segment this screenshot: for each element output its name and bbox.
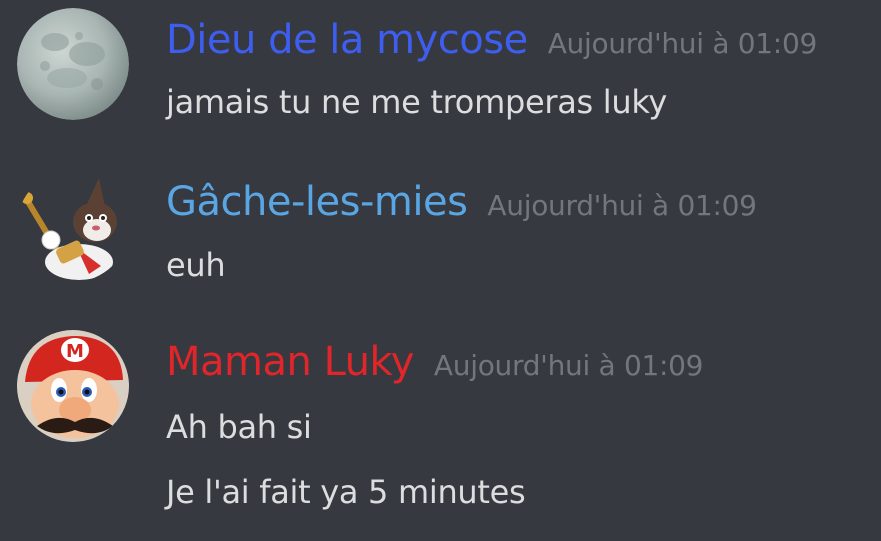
svg-text:M: M [66, 341, 84, 362]
moon-avatar[interactable] [17, 8, 129, 120]
timestamp: Aujourd'hui à 01:09 [433, 349, 704, 382]
chat-messages: Dieu de la mycose Aujourd'hui à 01:09 ja… [0, 0, 881, 541]
timestamp: Aujourd'hui à 01:09 [547, 27, 818, 60]
timestamp: Aujourd'hui à 01:09 [487, 189, 757, 222]
author-name[interactable]: Gâche-les-mies [166, 178, 468, 226]
message-text: Ah bah si [166, 408, 312, 446]
cartoon-rabbit-avatar[interactable] [17, 170, 129, 282]
author-name[interactable]: Maman Luky [166, 338, 414, 386]
message-text: jamais tu ne me tromperas luky [166, 83, 668, 121]
author-name[interactable]: Dieu de la mycose [166, 16, 528, 64]
message-text: euh [166, 246, 226, 284]
message-text: Je l'ai fait ya 5 minutes [166, 473, 526, 511]
mario-avatar[interactable]: M [17, 330, 129, 442]
